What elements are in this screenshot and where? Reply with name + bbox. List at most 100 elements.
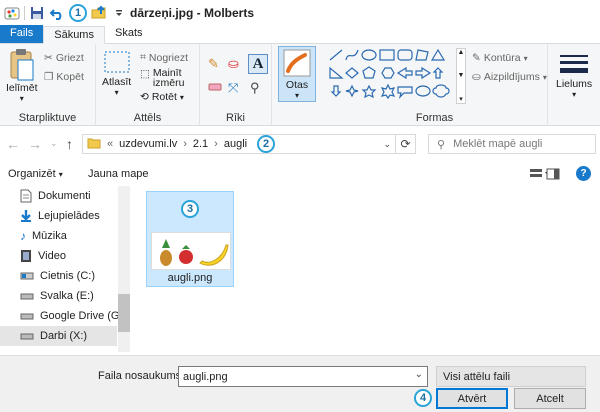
customize-qat-icon[interactable] <box>111 5 127 21</box>
shapes-scroll[interactable]: ▲ ▼ ▾ <box>456 48 466 104</box>
select-button[interactable]: Atlasīt ▾ <box>102 50 131 97</box>
refresh-icon: ⟳ <box>400 137 411 151</box>
select-icon <box>104 51 130 73</box>
file-list: 3 augli.png <box>131 186 600 352</box>
file-thumbnail <box>151 232 231 270</box>
chevron-down-icon: ▼ <box>457 72 465 79</box>
more-icon: ▾ <box>459 96 463 103</box>
fill-bucket-icon[interactable]: ⛀ <box>228 56 239 72</box>
paste-icon <box>10 49 34 81</box>
music-icon: ♪ <box>20 229 26 243</box>
address-dropdown-icon[interactable]: ⌄ <box>383 139 391 150</box>
chevron-down-icon: ▾ <box>294 91 299 100</box>
breadcrumb-separator: › <box>214 138 218 150</box>
magnifier-icon[interactable]: ⚲ <box>250 80 260 96</box>
cut-button[interactable]: ✂ Griezt <box>44 52 84 64</box>
crop-button[interactable]: ⌗ Nogriezt <box>140 51 188 64</box>
sidebar-item-drive-g[interactable]: Google Drive (G:) <box>20 306 126 326</box>
save-icon[interactable] <box>29 5 45 21</box>
document-icon <box>20 189 32 203</box>
title-bar: 1 dārzeņi.jpg - Molberts <box>0 0 600 26</box>
open-icon[interactable] <box>91 5 107 21</box>
new-folder-button[interactable]: Jauna mape <box>88 168 149 180</box>
brush-icon <box>283 49 311 77</box>
help-icon[interactable]: ? <box>576 166 591 181</box>
tab-file[interactable]: Fails <box>0 25 44 43</box>
tab-view[interactable]: Skats <box>105 25 153 43</box>
fill-button[interactable]: ⛀ Aizpildījums ▾ <box>472 71 547 83</box>
breadcrumb-overflow[interactable]: « <box>107 138 113 150</box>
quick-access-toolbar: 1 <box>0 4 127 22</box>
organize-button[interactable]: Organizēt ▾ <box>8 168 63 180</box>
tab-home[interactable]: Sākums <box>43 26 105 44</box>
sidebar-item-documents[interactable]: Dokumenti <box>20 186 91 206</box>
size-group: Lielums ▾ <box>548 44 600 126</box>
shapes-group: ▲ ▼ ▾ ✎ Kontūra ▾ ⛀ Aizpildījums ▾ Formas <box>322 44 548 126</box>
clipboard-group-label: Starpliktuve <box>18 112 77 124</box>
separator <box>24 6 25 20</box>
ribbon-tabs: Fails Sākums Skats <box>0 25 600 44</box>
resize-icon: ⬚ <box>140 68 150 80</box>
sidebar-item-downloads[interactable]: Lejupielādes <box>20 206 100 226</box>
paste-button[interactable]: Ielīmēt ▾ <box>6 48 38 103</box>
file-item-augli[interactable]: 3 augli.png <box>146 191 234 287</box>
recent-chevron-icon[interactable]: ⌄ <box>50 138 58 149</box>
sidebar-scrollbar[interactable] <box>118 186 130 352</box>
sidebar-item-drive-e[interactable]: Svalka (E:) <box>20 286 94 306</box>
file-type-filter[interactable]: Visi attēlu faili <box>436 366 586 387</box>
pencil-icon[interactable]: ✎ <box>208 56 219 72</box>
sidebar-item-drive-x[interactable]: Darbi (X:) <box>0 326 117 346</box>
chevron-down-icon[interactable]: ⌄ <box>415 369 423 380</box>
shapes-group-label: Formas <box>415 112 454 124</box>
outline-brush-icon: ✎ <box>472 52 481 64</box>
drive-icon <box>20 333 34 340</box>
chevron-down-icon: ▾ <box>19 94 24 103</box>
video-icon <box>21 250 31 262</box>
search-input[interactable]: ⚲ Meklēt mapē augli <box>428 134 596 154</box>
breadcrumb-augli[interactable]: augli <box>224 138 247 150</box>
command-bar: Organizēt ▾ Jauna mape ? <box>0 164 600 184</box>
up-icon[interactable]: ↑ <box>66 136 73 152</box>
download-icon <box>21 210 31 222</box>
drive-icon <box>20 272 34 280</box>
brushes-button[interactable]: Otas ▾ <box>278 46 316 102</box>
sidebar-item-drive-c[interactable]: Cietnis (C:) <box>20 266 95 286</box>
preview-pane-icon[interactable] <box>546 168 560 183</box>
chevron-down-icon: ▾ <box>542 72 547 82</box>
undo-icon[interactable] <box>49 5 65 21</box>
cancel-button[interactable]: Atcelt <box>514 388 586 409</box>
folder-icon <box>87 137 101 152</box>
breadcrumb-uzdevumi[interactable]: uzdevumi.lv <box>119 138 177 150</box>
search-icon: ⚲ <box>437 138 446 151</box>
image-group: Atlasīt ▾ ⌗ Nogriezt ⬚ Mainīt izmēru ⟲ Rot… <box>96 44 200 126</box>
filename-input[interactable]: augli.png ⌄ <box>178 366 428 387</box>
shapes-gallery[interactable] <box>328 48 456 104</box>
fruits-image <box>160 239 229 266</box>
window-title: dārzeņi.jpg - Molberts <box>130 6 255 20</box>
tools-group-label: Rīki <box>226 112 245 124</box>
chevron-up-icon: ▲ <box>457 49 465 56</box>
copy-icon: ❐ <box>44 71 54 83</box>
rotate-button[interactable]: ⟲ Rotēt ▾ <box>140 91 184 103</box>
resize-button[interactable]: ⬚ Mainīt izmēru <box>140 68 184 89</box>
filename-label: Faila nosaukums: <box>98 370 185 382</box>
chevron-down-icon: ▾ <box>114 88 119 97</box>
callout-3: 3 <box>181 200 199 218</box>
brushes-group: Otas ▾ <box>272 44 322 126</box>
sidebar-item-video[interactable]: Video <box>20 246 66 266</box>
address-bar[interactable]: « uzdevumi.lv › 2.1 › augli 2 ⌄ <box>82 134 396 154</box>
forward-icon[interactable]: → <box>28 136 42 152</box>
open-button[interactable]: Atvērt <box>436 388 508 409</box>
refresh-button[interactable]: ⟳ <box>396 134 416 154</box>
back-icon[interactable]: ← <box>6 136 20 152</box>
color-picker-icon[interactable]: ⤧ <box>228 80 238 96</box>
scrollbar-thumb[interactable] <box>118 294 130 332</box>
breadcrumb-2-1[interactable]: 2.1 <box>193 138 208 150</box>
text-tool-button[interactable]: A <box>248 54 268 74</box>
eraser-icon[interactable] <box>208 82 222 92</box>
copy-button[interactable]: ❐ Kopēt <box>44 71 84 83</box>
outline-button[interactable]: ✎ Kontūra ▾ <box>472 52 528 64</box>
sidebar-item-music[interactable]: ♪ Mūzika <box>20 226 67 246</box>
clipboard-group: Ielīmēt ▾ ✂ Griezt ❐ Kopēt Starpliktuve <box>0 44 96 126</box>
size-button[interactable]: Lielums ▾ <box>556 52 592 99</box>
